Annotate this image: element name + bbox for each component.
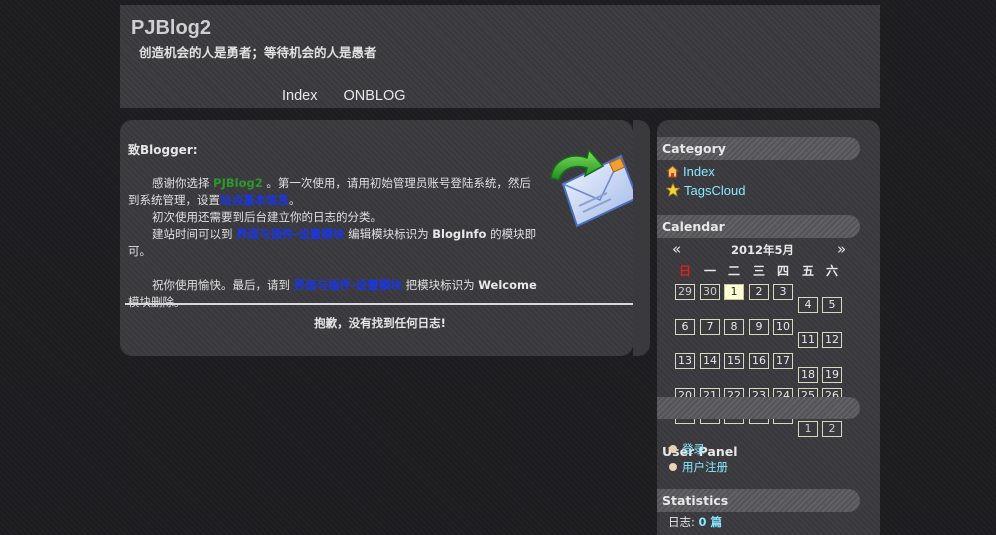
calendar-month: 2012年5月 — [731, 243, 795, 257]
calendar-day[interactable]: 1 — [724, 284, 744, 300]
notice-text: 祝你使用愉快。最后，请到 — [152, 278, 294, 292]
category-title: Category — [662, 141, 726, 156]
module-settings-link[interactable]: 界面与插件-设置模块 — [294, 278, 402, 292]
sidebar-item-tagscloud[interactable]: TagsCloud — [665, 182, 746, 198]
calendar-day[interactable]: 15 — [724, 353, 744, 369]
calendar-weekday: 三 — [752, 264, 765, 278]
calendar-day[interactable]: 7 — [700, 319, 720, 335]
register-label: 用户注册 — [682, 460, 728, 474]
register-link[interactable]: 用户注册 — [669, 459, 728, 475]
notice-text: 感谢你选择 — [152, 176, 214, 190]
calendar-day[interactable]: 3 — [773, 284, 793, 300]
calendar-day[interactable]: 29 — [675, 284, 695, 300]
calendar-day[interactable]: 17 — [773, 353, 793, 369]
calendar-header: Calendar — [657, 215, 860, 238]
nav-item-onblog[interactable]: ONBLOG — [344, 88, 406, 104]
calendar-day[interactable]: 1 — [798, 421, 818, 437]
home-icon — [665, 165, 680, 178]
calendar-day[interactable]: 30 — [700, 284, 720, 300]
post-count: 日志: 0 篇 — [668, 514, 722, 530]
content-edge — [633, 120, 650, 356]
calendar-day[interactable]: 19 — [822, 367, 842, 383]
notice-text: 建站时间可以到 — [152, 227, 237, 241]
calendar-title: Calendar — [662, 219, 725, 234]
calendar-day[interactable]: 9 — [749, 319, 769, 335]
calendar-day[interactable]: 14 — [700, 353, 720, 369]
sidebar-item-label: Index — [683, 164, 715, 179]
statistics-header: Statistics — [657, 489, 860, 512]
calendar-day[interactable]: 2 — [749, 284, 769, 300]
site-title[interactable]: PJBlog2 — [131, 17, 211, 40]
module-key: BlogInfo — [432, 227, 487, 241]
calendar-day[interactable]: 18 — [798, 367, 818, 383]
mail-forward-icon — [550, 148, 639, 228]
login-link[interactable]: 登录 — [669, 441, 705, 457]
sidebar-item-index[interactable]: Index — [665, 164, 715, 179]
notice-text: 模块删除。 — [128, 295, 186, 309]
notice-paragraph: 初次使用还需要到后台建立你的日志的分类。 — [152, 210, 382, 224]
notice-paragraph: 祝你使用愉快。最后，请到 界面与插件-设置模块 把模块标识为 Welcome 模… — [128, 277, 542, 311]
notice-text: 编辑模块标识为 — [344, 227, 433, 241]
calendar-weekday: 一 — [703, 264, 716, 278]
calendar-weekday: 四 — [776, 264, 789, 278]
sidebar-item-label: TagsCloud — [684, 183, 746, 198]
nav-item-index[interactable]: Index — [282, 88, 317, 104]
bullet-icon — [669, 445, 677, 453]
calendar-day[interactable]: 2 — [822, 421, 842, 437]
calendar-day[interactable]: 6 — [675, 319, 695, 335]
calendar-weekday: 六 — [825, 264, 838, 278]
pjblog-link[interactable]: PJBlog2 — [213, 176, 263, 190]
module-key: Welcome — [478, 278, 537, 292]
notice-text: 。 — [289, 193, 301, 207]
calendar-weekday: 日 — [678, 264, 691, 278]
site-header: PJBlog2 创造机会的人是勇者；等待机会的人是愚者 Index ONBLOG — [120, 5, 880, 108]
category-header: Category — [657, 137, 860, 160]
stat-unit: 篇 — [706, 515, 723, 529]
calendar-day[interactable]: 11 — [798, 332, 818, 348]
bullet-icon — [669, 463, 677, 471]
calendar-day[interactable]: 8 — [724, 319, 744, 335]
notice-heading: 致Blogger: — [128, 143, 198, 157]
calendar-day[interactable]: 10 — [773, 319, 793, 335]
prev-month-button[interactable]: « — [672, 240, 681, 258]
main-nav: Index ONBLOG — [282, 88, 428, 104]
calendar-day[interactable]: 5 — [822, 297, 842, 313]
stat-value: 0 — [698, 515, 707, 529]
next-month-button[interactable]: » — [837, 240, 846, 258]
calendar-day[interactable]: 13 — [675, 353, 695, 369]
calendar-day[interactable]: 4 — [798, 297, 818, 313]
calendar-day[interactable]: 16 — [749, 353, 769, 369]
site-subtitle: 创造机会的人是勇者；等待机会的人是愚者 — [139, 45, 377, 60]
star-icon — [665, 182, 681, 197]
main-content: 致Blogger: 感谢你选择 PJBlog2 。第一次使用，请用初始管理员账号… — [120, 120, 645, 356]
stat-label: 日志: — [668, 515, 699, 529]
notice-paragraph: 感谢你选择 PJBlog2 。第一次使用，请用初始管理员账号登陆系统，然后到系统… — [128, 175, 542, 209]
user-panel-header — [657, 397, 860, 419]
calendar-weekday: 二 — [727, 264, 740, 278]
calendar-day[interactable]: 12 — [822, 332, 842, 348]
divider — [125, 303, 645, 305]
sidebar: Category Index TagsCloud Calendar « 2012… — [657, 120, 880, 535]
login-label: 登录 — [682, 442, 705, 456]
welcome-notice: 感谢你选择 PJBlog2 。第一次使用，请用初始管理员账号登陆系统，然后到系统… — [128, 175, 542, 311]
notice-paragraph: 建站时间可以到 界面与插件-设置模块 编辑模块标识为 BlogInfo 的模块即… — [128, 226, 542, 260]
module-settings-link[interactable]: 界面与插件-设置模块 — [236, 227, 344, 241]
notice-text: 把模块标识为 — [401, 278, 479, 292]
statistics-title: Statistics — [662, 493, 729, 508]
no-logs-message: 抱歉，没有找到任何日志! — [314, 316, 446, 330]
site-info-link[interactable]: 站点基本信息 — [220, 193, 289, 207]
calendar-weekday: 五 — [801, 264, 814, 278]
